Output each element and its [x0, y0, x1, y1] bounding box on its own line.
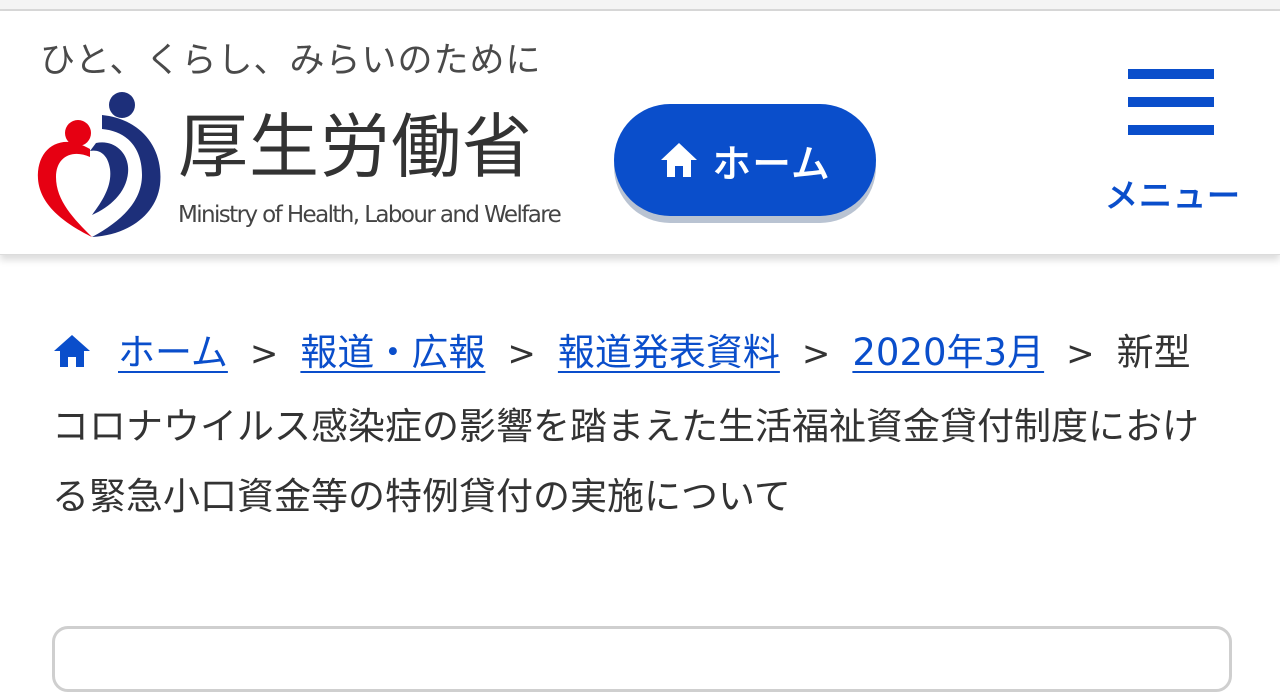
- breadcrumb-home-icon: [52, 322, 92, 392]
- home-icon: [660, 143, 697, 177]
- ministry-name-english: Ministry of Health, Labour and Welfare: [178, 202, 562, 228]
- breadcrumb-separator: >: [801, 334, 831, 374]
- breadcrumb-separator: >: [507, 334, 536, 374]
- home-button[interactable]: ホーム: [614, 104, 876, 216]
- breadcrumb: ホーム > 報道・広報 > 報道発表資料 >2020年3月 > 新型コロナウイルス感染症の影響…: [52, 318, 1212, 532]
- home-button-label: ホーム: [712, 141, 832, 186]
- ministry-logo-icon: [37, 92, 161, 237]
- hamburger-menu-icon-bar: [1128, 125, 1214, 135]
- breadcrumb-separator: >: [1066, 334, 1095, 374]
- hamburger-menu-icon: [1128, 69, 1214, 79]
- site-logo-link[interactable]: 厚生労働省 Ministry of Health, Labour and Wel…: [30, 91, 562, 241]
- menu-button[interactable]: メニュー: [1098, 69, 1248, 219]
- site-header: ひと、くらし、みらいのために 厚生労働省 Ministry of Health,…: [0, 11, 1280, 255]
- breadcrumb-link-press-releases[interactable]: 報道発表資料: [558, 331, 780, 374]
- content-card: [52, 626, 1232, 692]
- breadcrumb-link-press[interactable]: 報道・広報: [300, 331, 485, 374]
- breadcrumb-link-month[interactable]: 2020年3月: [852, 331, 1044, 374]
- browser-top-edge: [0, 0, 1280, 11]
- menu-button-label: メニュー: [1105, 176, 1241, 215]
- ministry-name: 厚生労働省: [178, 106, 533, 188]
- breadcrumb-link-home[interactable]: ホーム: [118, 331, 228, 374]
- site-tagline: ひと、くらし、みらいのために: [40, 41, 542, 81]
- breadcrumb-separator: >: [249, 334, 279, 374]
- hamburger-menu-icon-bar: [1128, 97, 1214, 107]
